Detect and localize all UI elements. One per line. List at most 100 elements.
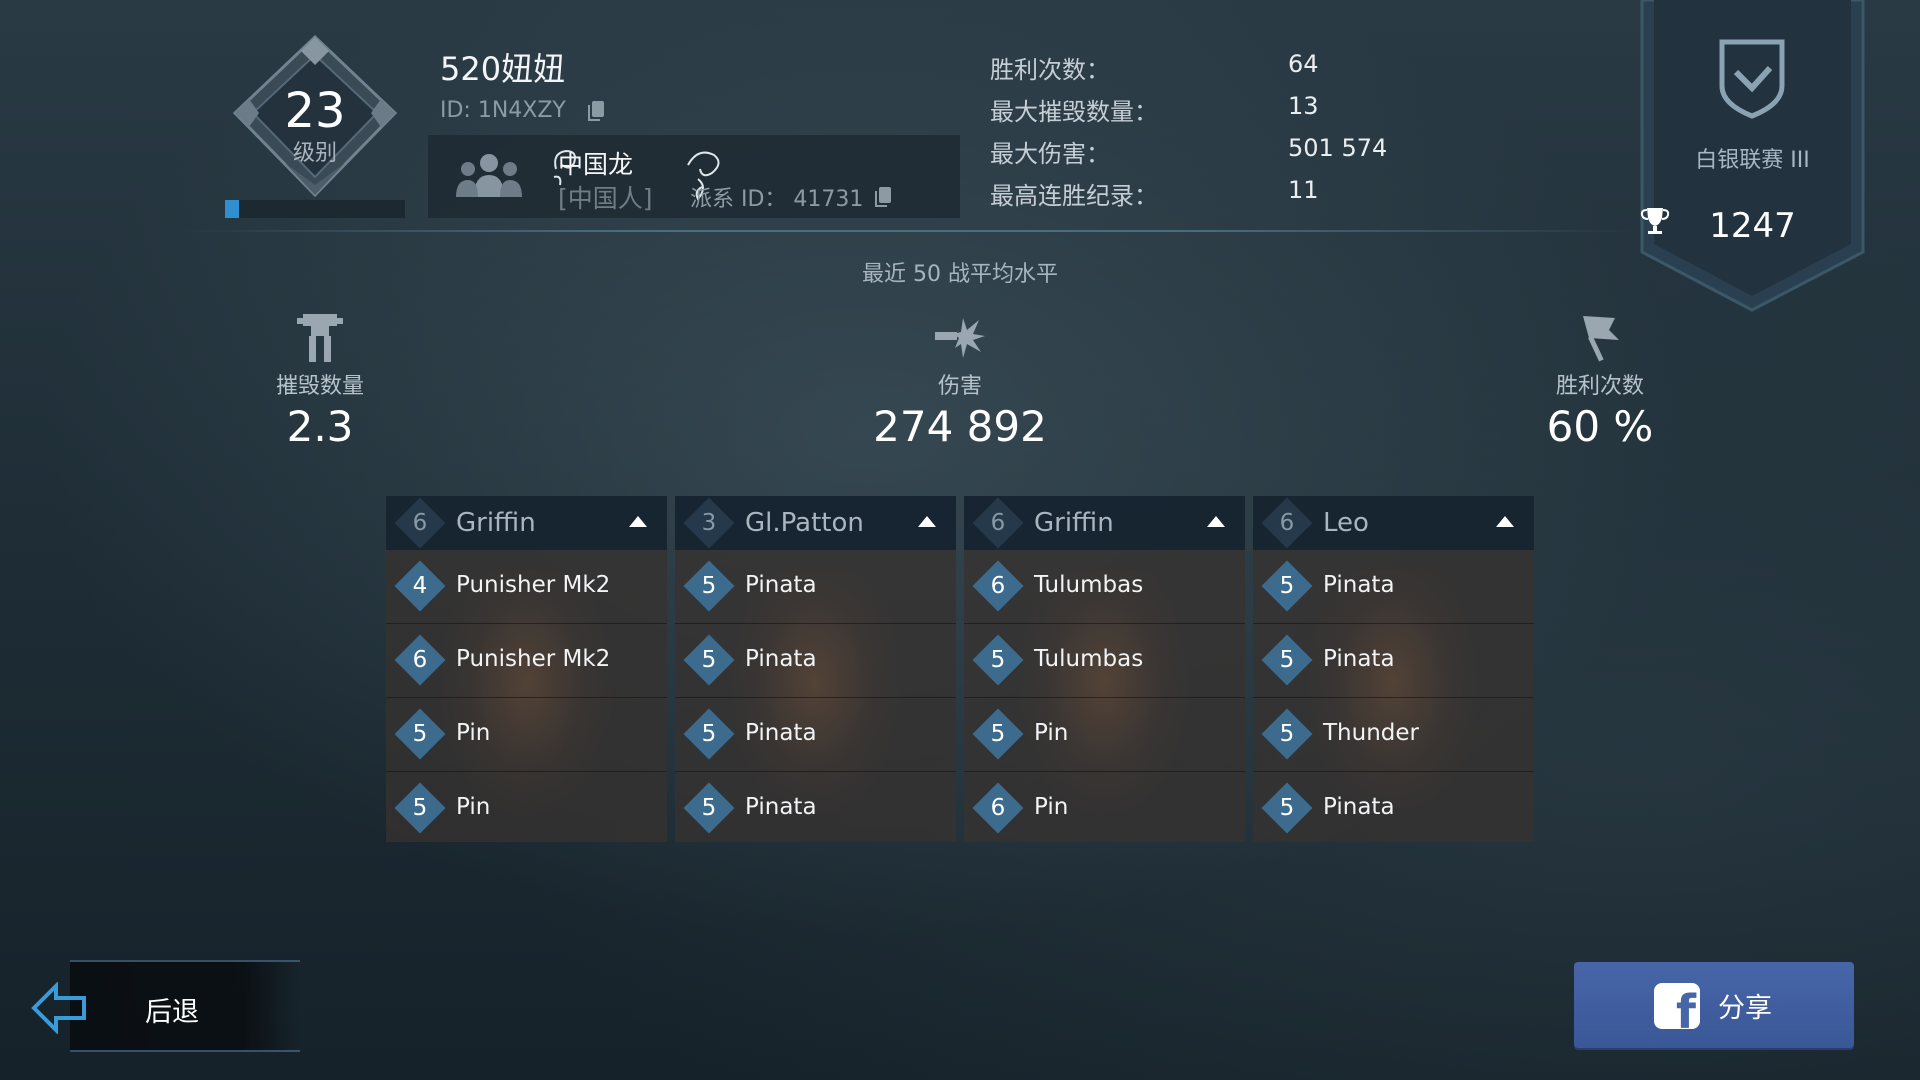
weapon-name: Tulumbas xyxy=(1034,646,1144,672)
avg-damage: 伤害 274 892 xyxy=(810,310,1110,451)
clan-tag: [中国人] xyxy=(558,184,653,213)
weapon-level-badge: 6 xyxy=(972,560,1024,612)
weapon-level-badge: 6 xyxy=(972,782,1024,834)
robot-name: Griffin xyxy=(456,508,536,538)
weapon-level-badge: 5 xyxy=(1261,708,1313,760)
weapon-level-badge: 4 xyxy=(394,560,446,612)
weapon-name: Tulumbas xyxy=(1034,572,1144,598)
robot-card[interactable]: 6 Griffin 6 Tulumbas 5 Tulumbas 5 Pin 6 Pin xyxy=(964,496,1245,842)
stat-row-win-streak: 最高连胜纪录： 11 xyxy=(990,176,1410,216)
clan-id-row: 派系 ID： 41731 xyxy=(690,181,892,213)
weapon-row: 5 Pinata xyxy=(1253,772,1534,845)
weapon-row: 6 Tulumbas xyxy=(964,550,1245,624)
back-arrow-icon xyxy=(31,982,86,1034)
stat-label: 胜利次数： xyxy=(990,56,1110,84)
stat-row-wins: 胜利次数： 64 xyxy=(990,50,1410,90)
weapon-level-badge: 5 xyxy=(683,782,735,834)
robot-card[interactable]: 6 Griffin 4 Punisher Mk2 6 Punisher Mk2 5P… xyxy=(386,496,667,842)
weapon-row: 5 Pinata xyxy=(675,772,956,845)
share-button[interactable]: f 分享 xyxy=(1574,962,1854,1048)
level-label: 级别 xyxy=(292,141,337,166)
back-button[interactable]: 后退 xyxy=(30,960,300,1052)
trophy-count-row: 1247 xyxy=(1640,206,1865,246)
avg-wins-value: 60 % xyxy=(1546,402,1654,451)
weapon-level-badge: 6 xyxy=(394,634,446,686)
weapon-level-badge: 5 xyxy=(1261,634,1313,686)
player-id: ID: 1N4XZY xyxy=(440,98,566,123)
trophy-icon xyxy=(1640,208,1670,234)
player-id-row: ID: 1N4XZY xyxy=(440,98,604,123)
copy-icon[interactable] xyxy=(875,187,892,207)
weapon-list: 5 Pinata 5 Pinata 5 Thunder 5 Pinata xyxy=(1253,550,1534,842)
stat-label: 最大摧毁数量： xyxy=(990,98,1158,126)
weapon-list: 5 Pinata 5 Pinata 5 Pinata 5 Pinata xyxy=(675,550,956,842)
collapse-arrow-icon[interactable] xyxy=(1496,516,1514,527)
weapon-row: 5 Tulumbas xyxy=(964,624,1245,698)
weapon-name: Punisher Mk2 xyxy=(456,572,611,598)
weapon-level-badge: 5 xyxy=(394,708,446,760)
weapon-name: Pinata xyxy=(1323,646,1395,672)
collapse-arrow-icon[interactable] xyxy=(1207,516,1225,527)
robot-name: Gl.Patton xyxy=(745,508,864,538)
collapse-arrow-icon[interactable] xyxy=(629,516,647,527)
weapon-level-badge: 5 xyxy=(683,708,735,760)
weapon-name: Punisher Mk2 xyxy=(456,646,611,672)
copy-icon[interactable] xyxy=(587,100,604,121)
weapon-row: 5 Pinata xyxy=(1253,550,1534,624)
mech-icon xyxy=(297,314,343,362)
weapon-name: Pinata xyxy=(745,794,817,820)
weapon-level-badge: 5 xyxy=(972,634,1024,686)
robot-header[interactable]: 6 Griffin xyxy=(386,496,667,550)
robot-level-badge: 6 xyxy=(1261,497,1313,549)
robot-name: Leo xyxy=(1323,508,1369,538)
weapon-row: 5 Pinata xyxy=(675,698,956,772)
flag-icon xyxy=(1583,316,1619,362)
weapon-name: Pin xyxy=(1034,720,1069,746)
weapon-row: 5 Pinata xyxy=(675,624,956,698)
robot-header[interactable]: 6 Leo xyxy=(1253,496,1534,550)
stat-value: 501 574 xyxy=(1288,134,1388,162)
weapon-level-badge: 5 xyxy=(1261,560,1313,612)
weapon-level-badge: 5 xyxy=(683,634,735,686)
stat-row-max-kills: 最大摧毁数量： 13 xyxy=(990,92,1410,132)
weapon-list: 4 Punisher Mk2 6 Punisher Mk2 5 Pin 5 Pin xyxy=(386,550,667,842)
stat-value: 11 xyxy=(1288,176,1319,204)
weapon-level-badge: 5 xyxy=(683,560,735,612)
people-icon xyxy=(456,154,522,197)
robot-card[interactable]: 6 Leo 5 Pinata 5 Pinata 5 Thunder 5 Pinata xyxy=(1253,496,1534,842)
averages-title: 最近 50 战平均水平 xyxy=(862,262,1058,287)
avg-kills-label: 摧毁数量 xyxy=(275,374,364,399)
weapon-name: Pin xyxy=(456,794,491,820)
player-name: 520妞妞 xyxy=(440,50,566,88)
level-progress-fill xyxy=(225,200,240,218)
avg-kills: 摧毁数量 2.3 xyxy=(170,310,470,451)
weapon-row: 5 Thunder xyxy=(1253,698,1534,772)
clan-panel[interactable]: 中国龙 [中国人] 派系 ID： 41731 xyxy=(428,135,960,218)
weapon-row: 5 Pin xyxy=(386,772,667,845)
robot-header[interactable]: 6 Griffin xyxy=(964,496,1245,550)
avg-wins-label: 胜利次数 xyxy=(1555,374,1644,399)
robot-level-badge: 6 xyxy=(394,497,446,549)
weapon-name: Pinata xyxy=(1323,794,1395,820)
weapon-name: Thunder xyxy=(1323,720,1419,746)
weapon-name: Pinata xyxy=(745,646,817,672)
robot-level-badge: 6 xyxy=(972,497,1024,549)
level-badge: 23 级别 xyxy=(225,35,405,205)
collapse-arrow-icon[interactable] xyxy=(918,516,936,527)
back-button-label: 后退 xyxy=(145,997,199,1028)
weapon-name: Pinata xyxy=(745,720,817,746)
robot-header[interactable]: 3 Gl.Patton xyxy=(675,496,956,550)
clan-name: 中国龙 xyxy=(558,150,634,179)
avg-kills-value: 2.3 xyxy=(286,402,354,451)
robot-loadout-grid: 6 Griffin 4 Punisher Mk2 6 Punisher Mk2 5P… xyxy=(386,496,1534,842)
weapon-name: Pinata xyxy=(1323,572,1395,598)
clan-id: 派系 ID： 41731 xyxy=(690,187,864,212)
robot-level-badge: 3 xyxy=(683,497,735,549)
weapon-row: 5 Pin xyxy=(386,698,667,772)
explosion-icon xyxy=(935,318,985,358)
weapon-level-badge: 5 xyxy=(972,708,1024,760)
weapon-level-badge: 5 xyxy=(394,782,446,834)
weapon-row: 5 Pinata xyxy=(1253,624,1534,698)
robot-card[interactable]: 3 Gl.Patton 5 Pinata 5 Pinata 5 Pinata 5 Pin… xyxy=(675,496,956,842)
weapon-row: 6 Punisher Mk2 xyxy=(386,624,667,698)
